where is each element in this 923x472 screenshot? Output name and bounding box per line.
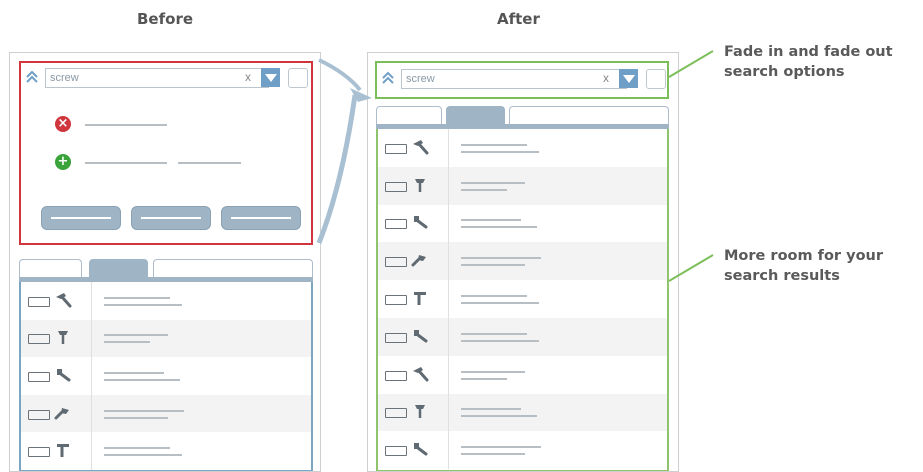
fade-annotation-line1: Fade in and fade out <box>724 44 893 60</box>
room-annotation-line1: More room for your <box>724 248 884 264</box>
fade-annotation-line2: search options <box>724 64 845 80</box>
room-annotation: More room for your search results <box>724 246 883 286</box>
fade-annotation: Fade in and fade out search options <box>724 42 893 82</box>
room-annotation-line2: search results <box>724 268 840 284</box>
